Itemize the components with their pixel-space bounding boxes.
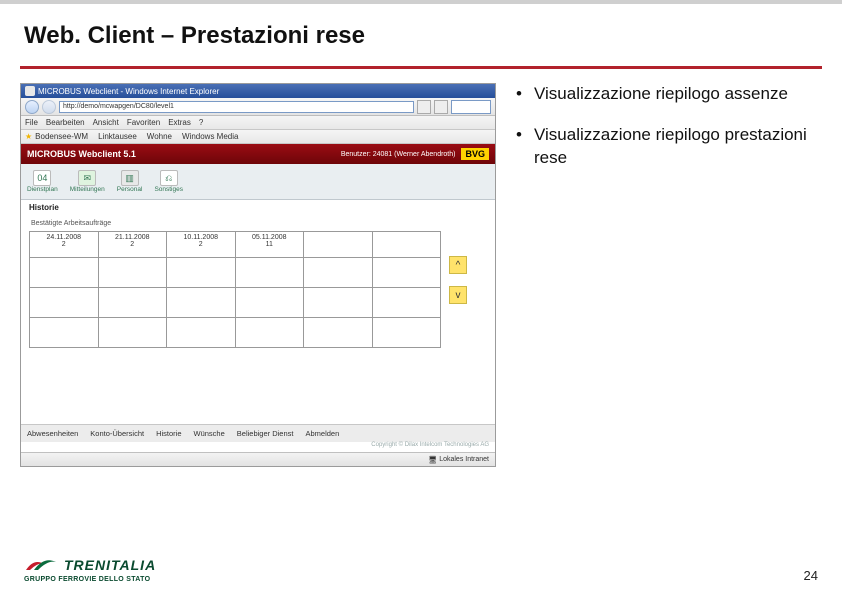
bullet-2: • Visualizzazione riepilogo prestazioni … xyxy=(516,124,822,170)
address-bar[interactable]: http://demo/mcwapgen/DC80/level1 xyxy=(59,101,414,113)
grid-area: Bestätigte Arbeitsaufträge 24.11.20082 2… xyxy=(21,214,495,424)
page-number: 24 xyxy=(804,568,818,583)
col-header-2: 21.11.20082 xyxy=(98,232,167,258)
tool-label-1: Dienstplan xyxy=(27,186,58,193)
col-header-6 xyxy=(372,232,441,258)
search-box[interactable] xyxy=(451,100,491,114)
menu-edit[interactable]: Bearbeiten xyxy=(46,118,85,127)
bottom-tab-bar: Abwesenheiten Konto-Übersicht Historie W… xyxy=(21,424,495,442)
user-label: Benutzer: 24081 (Werner Abendroth) xyxy=(341,151,456,158)
col-header-4: 05.11.200811 xyxy=(235,232,304,258)
person-icon: ▥ xyxy=(121,170,139,186)
app-header: MICROBUS Webclient 5.1 Benutzer: 24081 (… xyxy=(21,144,495,164)
history-grid: 24.11.20082 21.11.20082 10.11.20082 05.1… xyxy=(29,231,441,348)
globe-icon: 🖥 xyxy=(428,456,437,464)
ie-titlebar: MICROBUS Webclient - Windows Internet Ex… xyxy=(21,84,495,98)
tab-abwesenheiten[interactable]: Abwesenheiten xyxy=(27,429,78,438)
tool-sonstiges[interactable]: ⎌ Sonstiges xyxy=(154,170,183,193)
menu-fav[interactable]: Favoriten xyxy=(127,118,160,127)
fav-link-4[interactable]: Windows Media xyxy=(182,132,238,141)
fav-link-3[interactable]: Wohne xyxy=(147,132,172,141)
ie-favorites-bar: ★ Bodensee-WM Linktausee Wohne Windows M… xyxy=(21,130,495,144)
ie-nav-toolbar: http://demo/mcwapgen/DC80/level1 xyxy=(21,98,495,116)
ie-window-title: MICROBUS Webclient - Windows Internet Ex… xyxy=(38,87,219,96)
menu-file[interactable]: File xyxy=(25,118,38,127)
section-label: Historie xyxy=(21,200,495,214)
col-header-1: 24.11.20082 xyxy=(30,232,99,258)
menu-view[interactable]: Ansicht xyxy=(93,118,119,127)
tab-konto[interactable]: Konto-Übersicht xyxy=(90,429,144,438)
bullet-dot-icon: • xyxy=(516,83,534,106)
tool-dienstplan[interactable]: 04 Dienstplan xyxy=(27,170,58,193)
app-toolbar: 04 Dienstplan ✉ Mitteilungen ▥ Personal … xyxy=(21,164,495,200)
bullet-1: • Visualizzazione riepilogo assenze xyxy=(516,83,822,106)
trenitalia-swirl-icon xyxy=(24,556,58,574)
copyright-text: Copyright © Dilax Intelcom Technologies … xyxy=(21,442,495,452)
slide-title: Web. Client – Prestazioni rese xyxy=(24,22,818,58)
calendar-icon: 04 xyxy=(33,170,51,186)
bullet-dot-icon: • xyxy=(516,124,534,170)
tab-historie[interactable]: Historie xyxy=(156,429,181,438)
col-header-3: 10.11.20082 xyxy=(167,232,236,258)
tool-label-4: Sonstiges xyxy=(154,186,183,193)
fav-link-1[interactable]: Bodensee-WM xyxy=(35,132,88,141)
ie-status-bar: 🖥 Lokales Intranet xyxy=(21,452,495,466)
misc-icon: ⎌ xyxy=(160,170,178,186)
scroll-down-button[interactable]: v xyxy=(449,286,467,304)
scroll-up-button[interactable]: ^ xyxy=(449,256,467,274)
tool-personal[interactable]: ▥ Personal xyxy=(117,170,143,193)
screenshot-window: MICROBUS Webclient - Windows Internet Ex… xyxy=(20,83,496,467)
forward-button[interactable] xyxy=(42,100,56,114)
back-button[interactable] xyxy=(25,100,39,114)
grid-subtitle: Bestätigte Arbeitsaufträge xyxy=(31,220,487,227)
stop-button[interactable] xyxy=(434,100,448,114)
tab-abmelden[interactable]: Abmelden xyxy=(305,429,339,438)
trenitalia-logo: TRENITALIA GRUPPO FERROVIE DELLO STATO xyxy=(24,556,156,583)
trenitalia-subtext: GRUPPO FERROVIE DELLO STATO xyxy=(24,576,156,583)
tool-mitteilungen[interactable]: ✉ Mitteilungen xyxy=(70,170,105,193)
tab-dienst[interactable]: Beliebiger Dienst xyxy=(237,429,294,438)
app-title: MICROBUS Webclient 5.1 xyxy=(27,149,136,159)
tool-label-2: Mitteilungen xyxy=(70,186,105,193)
ie-icon xyxy=(25,86,35,96)
col-header-5 xyxy=(304,232,373,258)
bullet-2-text: Visualizzazione riepilogo prestazioni re… xyxy=(534,124,822,170)
mail-icon: ✉ xyxy=(78,170,96,186)
fav-link-2[interactable]: Linktausee xyxy=(98,132,137,141)
trenitalia-brand-text: TRENITALIA xyxy=(64,557,156,573)
bvg-badge: BVG xyxy=(461,148,489,160)
refresh-button[interactable] xyxy=(417,100,431,114)
tool-label-3: Personal xyxy=(117,186,143,193)
menu-extras[interactable]: Extras xyxy=(168,118,191,127)
ie-menubar: File Bearbeiten Ansicht Favoriten Extras… xyxy=(21,116,495,130)
menu-help[interactable]: ? xyxy=(199,118,203,127)
bullet-1-text: Visualizzazione riepilogo assenze xyxy=(534,83,788,106)
favorites-star-icon[interactable]: ★ xyxy=(25,132,32,141)
tab-wuensche[interactable]: Wünsche xyxy=(194,429,225,438)
security-zone: 🖥 Lokales Intranet xyxy=(428,456,489,464)
